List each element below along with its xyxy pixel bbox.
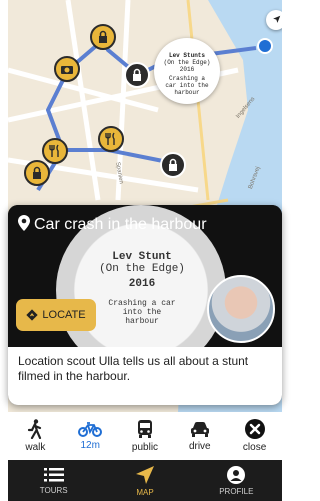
- current-location-icon: [257, 38, 273, 54]
- restaurant-pin-icon[interactable]: [42, 138, 68, 164]
- avatar: [207, 275, 275, 343]
- card-title-text: Car crash in the harbour: [34, 216, 207, 233]
- lock-pin-icon[interactable]: [160, 152, 186, 178]
- location-card[interactable]: Lev Stunt (On the Edge) 2016 Crashing a …: [8, 205, 282, 405]
- mode-bike-label: 12m: [80, 440, 100, 451]
- tab-profile-label: PROFILE: [219, 486, 254, 496]
- mode-walk[interactable]: walk: [8, 412, 63, 460]
- thumb-title: Lev Stunts: [168, 52, 205, 59]
- camera-pin-icon[interactable]: [54, 56, 80, 82]
- mode-bike[interactable]: 12m: [63, 412, 118, 460]
- bike-icon: [78, 422, 103, 437]
- location-thumbnail[interactable]: Lev Stunts (On the Edge) 2016 Crashing a…: [154, 38, 220, 104]
- bus-icon: [137, 420, 152, 438]
- mode-walk-label: walk: [25, 442, 46, 453]
- navigation-icon: [135, 465, 154, 484]
- mode-public[interactable]: public: [118, 412, 173, 460]
- poster-title: Lev Stunt: [112, 251, 172, 263]
- tab-tours[interactable]: TOURS: [8, 460, 99, 501]
- bottom-tab-bar: TOURS MAP PROFILE: [8, 460, 282, 501]
- card-image: Lev Stunt (On the Edge) 2016 Crashing a …: [8, 205, 282, 375]
- car-icon: [190, 422, 209, 437]
- mode-close-label: close: [242, 442, 267, 453]
- card-description: Location scout Ulla tells us all about a…: [8, 347, 282, 405]
- direction-diamond-icon: [26, 309, 39, 321]
- lock-pin-icon[interactable]: [124, 62, 150, 88]
- close-icon: [244, 419, 265, 439]
- locate-button[interactable]: LOCATE: [16, 299, 96, 331]
- card-title: Car crash in the harbour: [18, 215, 207, 236]
- profile-icon: [227, 465, 246, 484]
- tab-tours-label: TOURS: [39, 485, 68, 495]
- poster-year: 2016: [128, 278, 156, 290]
- mode-public-label: public: [131, 442, 159, 453]
- thumb-subtitle: (On the Edge): [163, 59, 211, 66]
- mode-drive[interactable]: drive: [172, 412, 227, 460]
- lock-pin-icon[interactable]: [90, 24, 116, 50]
- walk-icon: [28, 419, 42, 439]
- transport-mode-bar: walk 12m public drive close: [8, 412, 282, 460]
- list-icon: [43, 467, 64, 481]
- lock-pin-icon[interactable]: [24, 160, 50, 186]
- thumb-year: 2016: [179, 66, 195, 73]
- mode-drive-label: drive: [188, 441, 211, 452]
- tab-profile[interactable]: PROFILE: [191, 460, 282, 501]
- thumb-caption: Crashing a car into the harbour: [165, 75, 209, 96]
- tab-map-label: MAP: [136, 487, 154, 497]
- restaurant-pin-icon[interactable]: [98, 126, 124, 152]
- locate-label: LOCATE: [42, 309, 86, 321]
- mode-close[interactable]: close: [227, 412, 282, 460]
- poster-subtitle: (On the Edge): [99, 263, 185, 275]
- location-pin-icon: [18, 215, 30, 236]
- tab-map[interactable]: MAP: [99, 460, 190, 501]
- compass-icon[interactable]: [266, 10, 282, 30]
